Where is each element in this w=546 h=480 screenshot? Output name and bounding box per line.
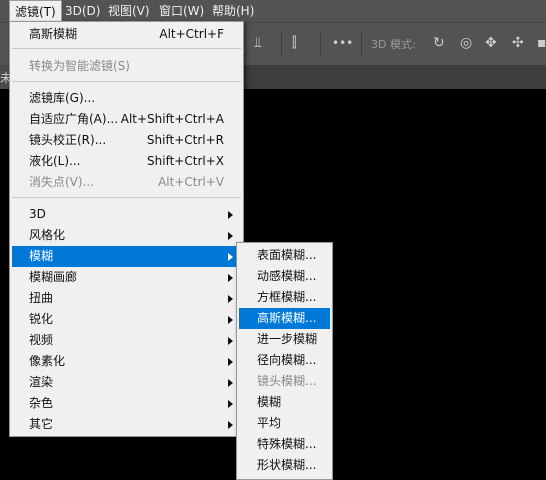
menu-item-vanishing-point[interactable]: 消失点(V)... Alt+Ctrl+V xyxy=(12,172,241,193)
menu-item-label: 风格化 xyxy=(29,228,66,242)
submenu-arrow-icon xyxy=(228,316,233,324)
menu-item-label: 扭曲 xyxy=(29,291,54,305)
menu-separator xyxy=(12,197,241,198)
menu-item-label: 高斯模糊... xyxy=(257,311,317,325)
submenu-arrow-icon xyxy=(228,337,233,345)
submenu-arrow-icon xyxy=(228,295,233,303)
filter-menu: 高斯模糊 Alt+Ctrl+F 转换为智能滤镜(S) 滤镜库(G)... 自适应… xyxy=(9,21,244,437)
menu-filter[interactable]: 滤镜(T) xyxy=(9,0,62,22)
menu-item-radial-blur[interactable]: 径向模糊... xyxy=(239,350,330,371)
menu-item-render[interactable]: 渲染 xyxy=(12,372,241,393)
menu-item-label: 径向模糊... xyxy=(257,353,317,367)
menu-item-liquify[interactable]: 液化(L)... Shift+Ctrl+X xyxy=(12,151,241,172)
menu-item-label: 进一步模糊 xyxy=(257,332,318,346)
menu-separator xyxy=(12,48,241,49)
menu-item-shortcut: Shift+Ctrl+R xyxy=(146,133,224,147)
menu-item-label: 视频 xyxy=(29,333,54,347)
menu-item-smart-blur[interactable]: 特殊模糊... xyxy=(239,434,330,455)
menu-item-label: 渲染 xyxy=(29,375,54,389)
divider xyxy=(281,33,282,55)
menu-item-stylize[interactable]: 风格化 xyxy=(12,225,241,246)
divider xyxy=(361,33,362,55)
menu-item-label: 模糊 xyxy=(29,249,54,263)
align-bottom-icon[interactable]: ⫫ xyxy=(254,35,262,51)
menu-item-box-blur[interactable]: 方框模糊... xyxy=(239,287,330,308)
menu-item-convert-smart-filter[interactable]: 转换为智能滤镜(S) xyxy=(12,56,241,77)
menu-item-other[interactable]: 其它 xyxy=(12,414,241,435)
menu-item-distort[interactable]: 扭曲 xyxy=(12,288,241,309)
menu-item-label: 高斯模糊 xyxy=(29,27,78,41)
menu-separator xyxy=(12,81,241,82)
3d-mode-label: 3D 模式: xyxy=(371,38,416,51)
submenu-arrow-icon xyxy=(228,379,233,387)
menu-item-label: 平均 xyxy=(257,416,282,430)
submenu-arrow-icon xyxy=(228,421,233,429)
menu-item-shortcut: Alt+Ctrl+F xyxy=(159,27,224,41)
menu-item-label: 模糊 xyxy=(257,395,282,409)
menu-item-label: 杂色 xyxy=(29,396,54,410)
menu-item-motion-blur[interactable]: 动感模糊... xyxy=(239,266,330,287)
menu-item-label: 3D xyxy=(29,207,46,221)
menu-item-label: 锐化 xyxy=(29,312,54,326)
menu-item-label: 表面模糊... xyxy=(257,248,317,262)
menu-item-label: 转换为智能滤镜(S) xyxy=(29,59,130,73)
menu-item-label: 液化(L)... xyxy=(29,154,81,168)
menu-item-label: 方框模糊... xyxy=(257,290,317,304)
submenu-arrow-icon xyxy=(228,253,233,261)
blur-submenu: 表面模糊... 动感模糊... 方框模糊... 高斯模糊... 进一步模糊 径向… xyxy=(236,242,333,480)
submenu-arrow-icon xyxy=(228,274,233,282)
menu-item-shortcut: Alt+Ctrl+V xyxy=(158,175,224,189)
menu-window[interactable]: 窗口(W) xyxy=(154,0,209,22)
menu-item-label: 滤镜库(G)... xyxy=(29,91,96,105)
menu-item-noise[interactable]: 杂色 xyxy=(12,393,241,414)
menu-item-label: 镜头模糊... xyxy=(257,374,317,388)
menu-view[interactable]: 视图(V) xyxy=(103,0,155,22)
menu-bar: 滤镜(T) 3D(D) 视图(V) 窗口(W) 帮助(H) xyxy=(0,0,546,22)
menu-item-lens-blur[interactable]: 镜头模糊... xyxy=(239,371,330,392)
menu-item-label: 像素化 xyxy=(29,354,66,368)
menu-item-label: 其它 xyxy=(29,417,54,431)
slide-3d-icon[interactable]: ✣ xyxy=(512,35,524,51)
menu-item-lens-correction[interactable]: 镜头校正(R)... Shift+Ctrl+R xyxy=(12,130,241,151)
scale-3d-icon[interactable]: ▪ xyxy=(537,35,546,51)
menu-item-adaptive-wide-angle[interactable]: 自适应广角(A)... Alt+Shift+Ctrl+A xyxy=(12,109,241,130)
menu-item-surface-blur[interactable]: 表面模糊... xyxy=(239,245,330,266)
more-options-icon[interactable]: ••• xyxy=(332,35,353,51)
menu-help[interactable]: 帮助(H) xyxy=(207,0,259,22)
menu-item-blur-more[interactable]: 进一步模糊 xyxy=(239,329,330,350)
menu-item-blur[interactable]: 模糊 xyxy=(239,392,330,413)
menu-item-shortcut: Alt+Shift+Ctrl+A xyxy=(120,112,224,126)
pan-3d-icon[interactable]: ✥ xyxy=(485,35,497,51)
menu-item-average[interactable]: 平均 xyxy=(239,413,330,434)
submenu-arrow-icon xyxy=(228,358,233,366)
menu-item-sharpen[interactable]: 锐化 xyxy=(12,309,241,330)
submenu-arrow-icon xyxy=(228,232,233,240)
menu-item-video[interactable]: 视频 xyxy=(12,330,241,351)
menu-item-filter-gallery[interactable]: 滤镜库(G)... xyxy=(12,88,241,109)
menu-item-label: 动感模糊... xyxy=(257,269,317,283)
menu-item-pixelate[interactable]: 像素化 xyxy=(12,351,241,372)
submenu-arrow-icon xyxy=(228,211,233,219)
menu-item-3d[interactable]: 3D xyxy=(12,204,241,225)
menu-item-shortcut: Shift+Ctrl+X xyxy=(147,154,224,168)
menu-3d[interactable]: 3D(D) xyxy=(60,0,105,22)
orbit-3d-icon[interactable]: ↻ xyxy=(433,35,445,51)
menu-item-label: 镜头校正(R)... xyxy=(29,133,107,147)
menu-item-label: 消失点(V)... xyxy=(29,175,95,189)
distribute-icon[interactable]: ⫿ xyxy=(292,35,296,51)
submenu-arrow-icon xyxy=(228,400,233,408)
menu-item-gaussian-blur[interactable]: 高斯模糊... xyxy=(239,308,330,329)
menu-item-label: 模糊画廊 xyxy=(29,270,78,284)
menu-item-blur[interactable]: 模糊 xyxy=(12,246,241,267)
menu-item-shape-blur[interactable]: 形状模糊... xyxy=(239,455,330,476)
roll-3d-icon[interactable]: ◎ xyxy=(460,35,472,51)
menu-item-blur-gallery[interactable]: 模糊画廊 xyxy=(12,267,241,288)
menu-item-label: 自适应广角(A)... xyxy=(29,112,119,126)
menu-item-label: 形状模糊... xyxy=(257,458,317,472)
menu-item-label: 特殊模糊... xyxy=(257,437,317,451)
divider xyxy=(320,33,321,55)
menu-item-last-filter[interactable]: 高斯模糊 Alt+Ctrl+F xyxy=(12,24,241,45)
